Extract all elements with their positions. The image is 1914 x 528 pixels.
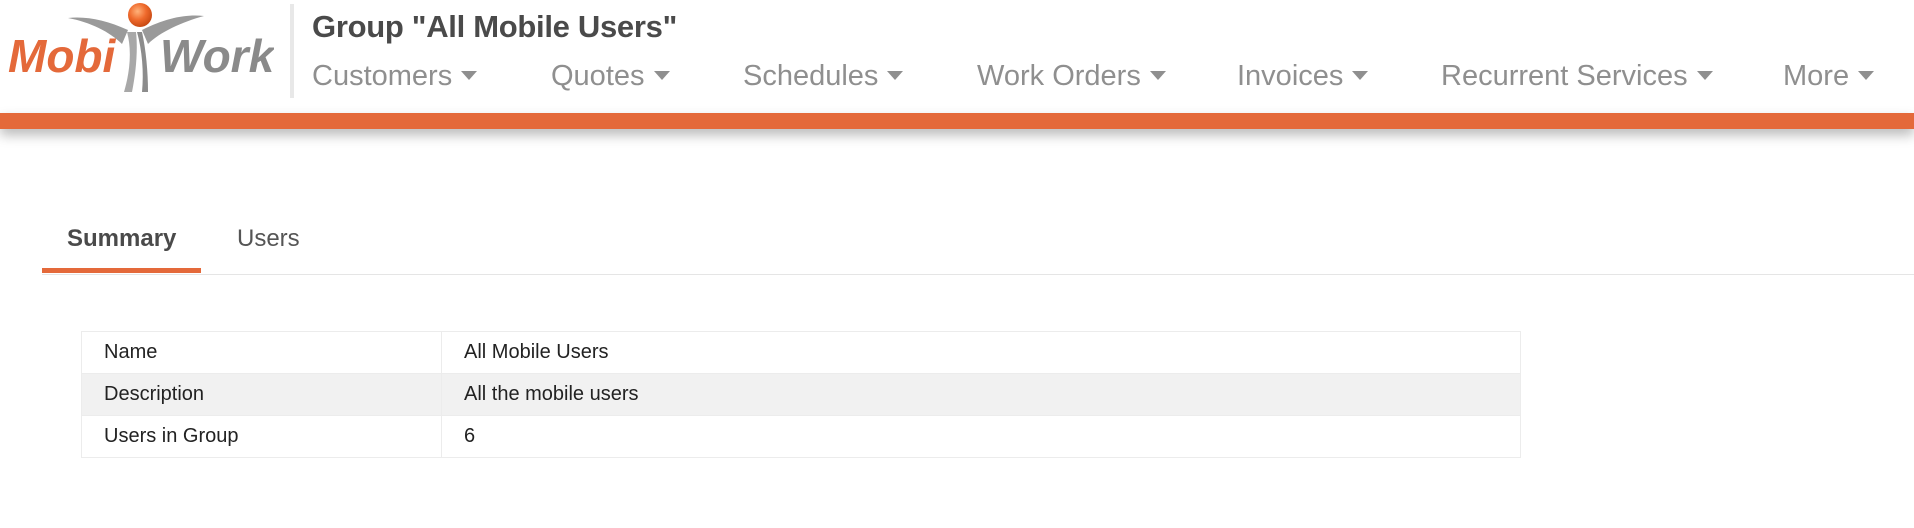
app-header: Mobi Work Group "All Mobile Users" Custo… [0, 0, 1914, 113]
nav-label: Customers [312, 60, 453, 92]
nav-customers[interactable]: Customers [312, 60, 478, 93]
nav-recurrent-services[interactable]: Recurrent Services [1441, 60, 1713, 93]
field-value: 6 [441, 415, 1521, 458]
caret-down-icon [887, 70, 904, 80]
svg-text:Work: Work [160, 30, 274, 82]
tab-users[interactable]: Users [212, 225, 325, 273]
page-title: Group "All Mobile Users" [312, 9, 677, 44]
nav-more[interactable]: More [1783, 60, 1875, 93]
field-value: All the mobile users [441, 373, 1521, 416]
tab-bar: Summary Users [42, 215, 1914, 275]
caret-down-icon [1696, 70, 1713, 80]
nav-label: Schedules [743, 60, 879, 92]
nav-invoices[interactable]: Invoices [1237, 60, 1369, 93]
table-row: Description All the mobile users [81, 373, 1521, 416]
tab-summary[interactable]: Summary [42, 225, 202, 273]
nav-label: Recurrent Services [1441, 60, 1688, 92]
caret-down-icon [653, 70, 670, 80]
group-details-table: Name All Mobile Users Description All th… [81, 331, 1521, 458]
nav-quotes[interactable]: Quotes [551, 60, 670, 93]
header-accent-bar [0, 113, 1914, 129]
nav-label: Work Orders [977, 60, 1141, 92]
nav-label: Quotes [551, 60, 645, 92]
caret-down-icon [461, 70, 478, 80]
main-nav: Customers Quotes Schedules Work Orders I… [312, 60, 1912, 100]
nav-label: More [1783, 60, 1850, 92]
field-label: Name [81, 331, 442, 374]
nav-schedules[interactable]: Schedules [743, 60, 904, 93]
mobiwork-logo[interactable]: Mobi Work [6, 0, 274, 100]
field-label: Users in Group [81, 415, 442, 458]
caret-down-icon [1858, 70, 1875, 80]
caret-down-icon [1352, 70, 1369, 80]
nav-work-orders[interactable]: Work Orders [977, 60, 1166, 93]
caret-down-icon [1149, 70, 1166, 80]
field-value: All Mobile Users [441, 331, 1521, 374]
svg-text:Mobi: Mobi [8, 30, 117, 82]
field-label: Description [81, 373, 442, 416]
nav-label: Invoices [1237, 60, 1344, 92]
table-row: Users in Group 6 [81, 415, 1521, 458]
logo-divider [290, 4, 294, 98]
table-row: Name All Mobile Users [81, 331, 1521, 374]
